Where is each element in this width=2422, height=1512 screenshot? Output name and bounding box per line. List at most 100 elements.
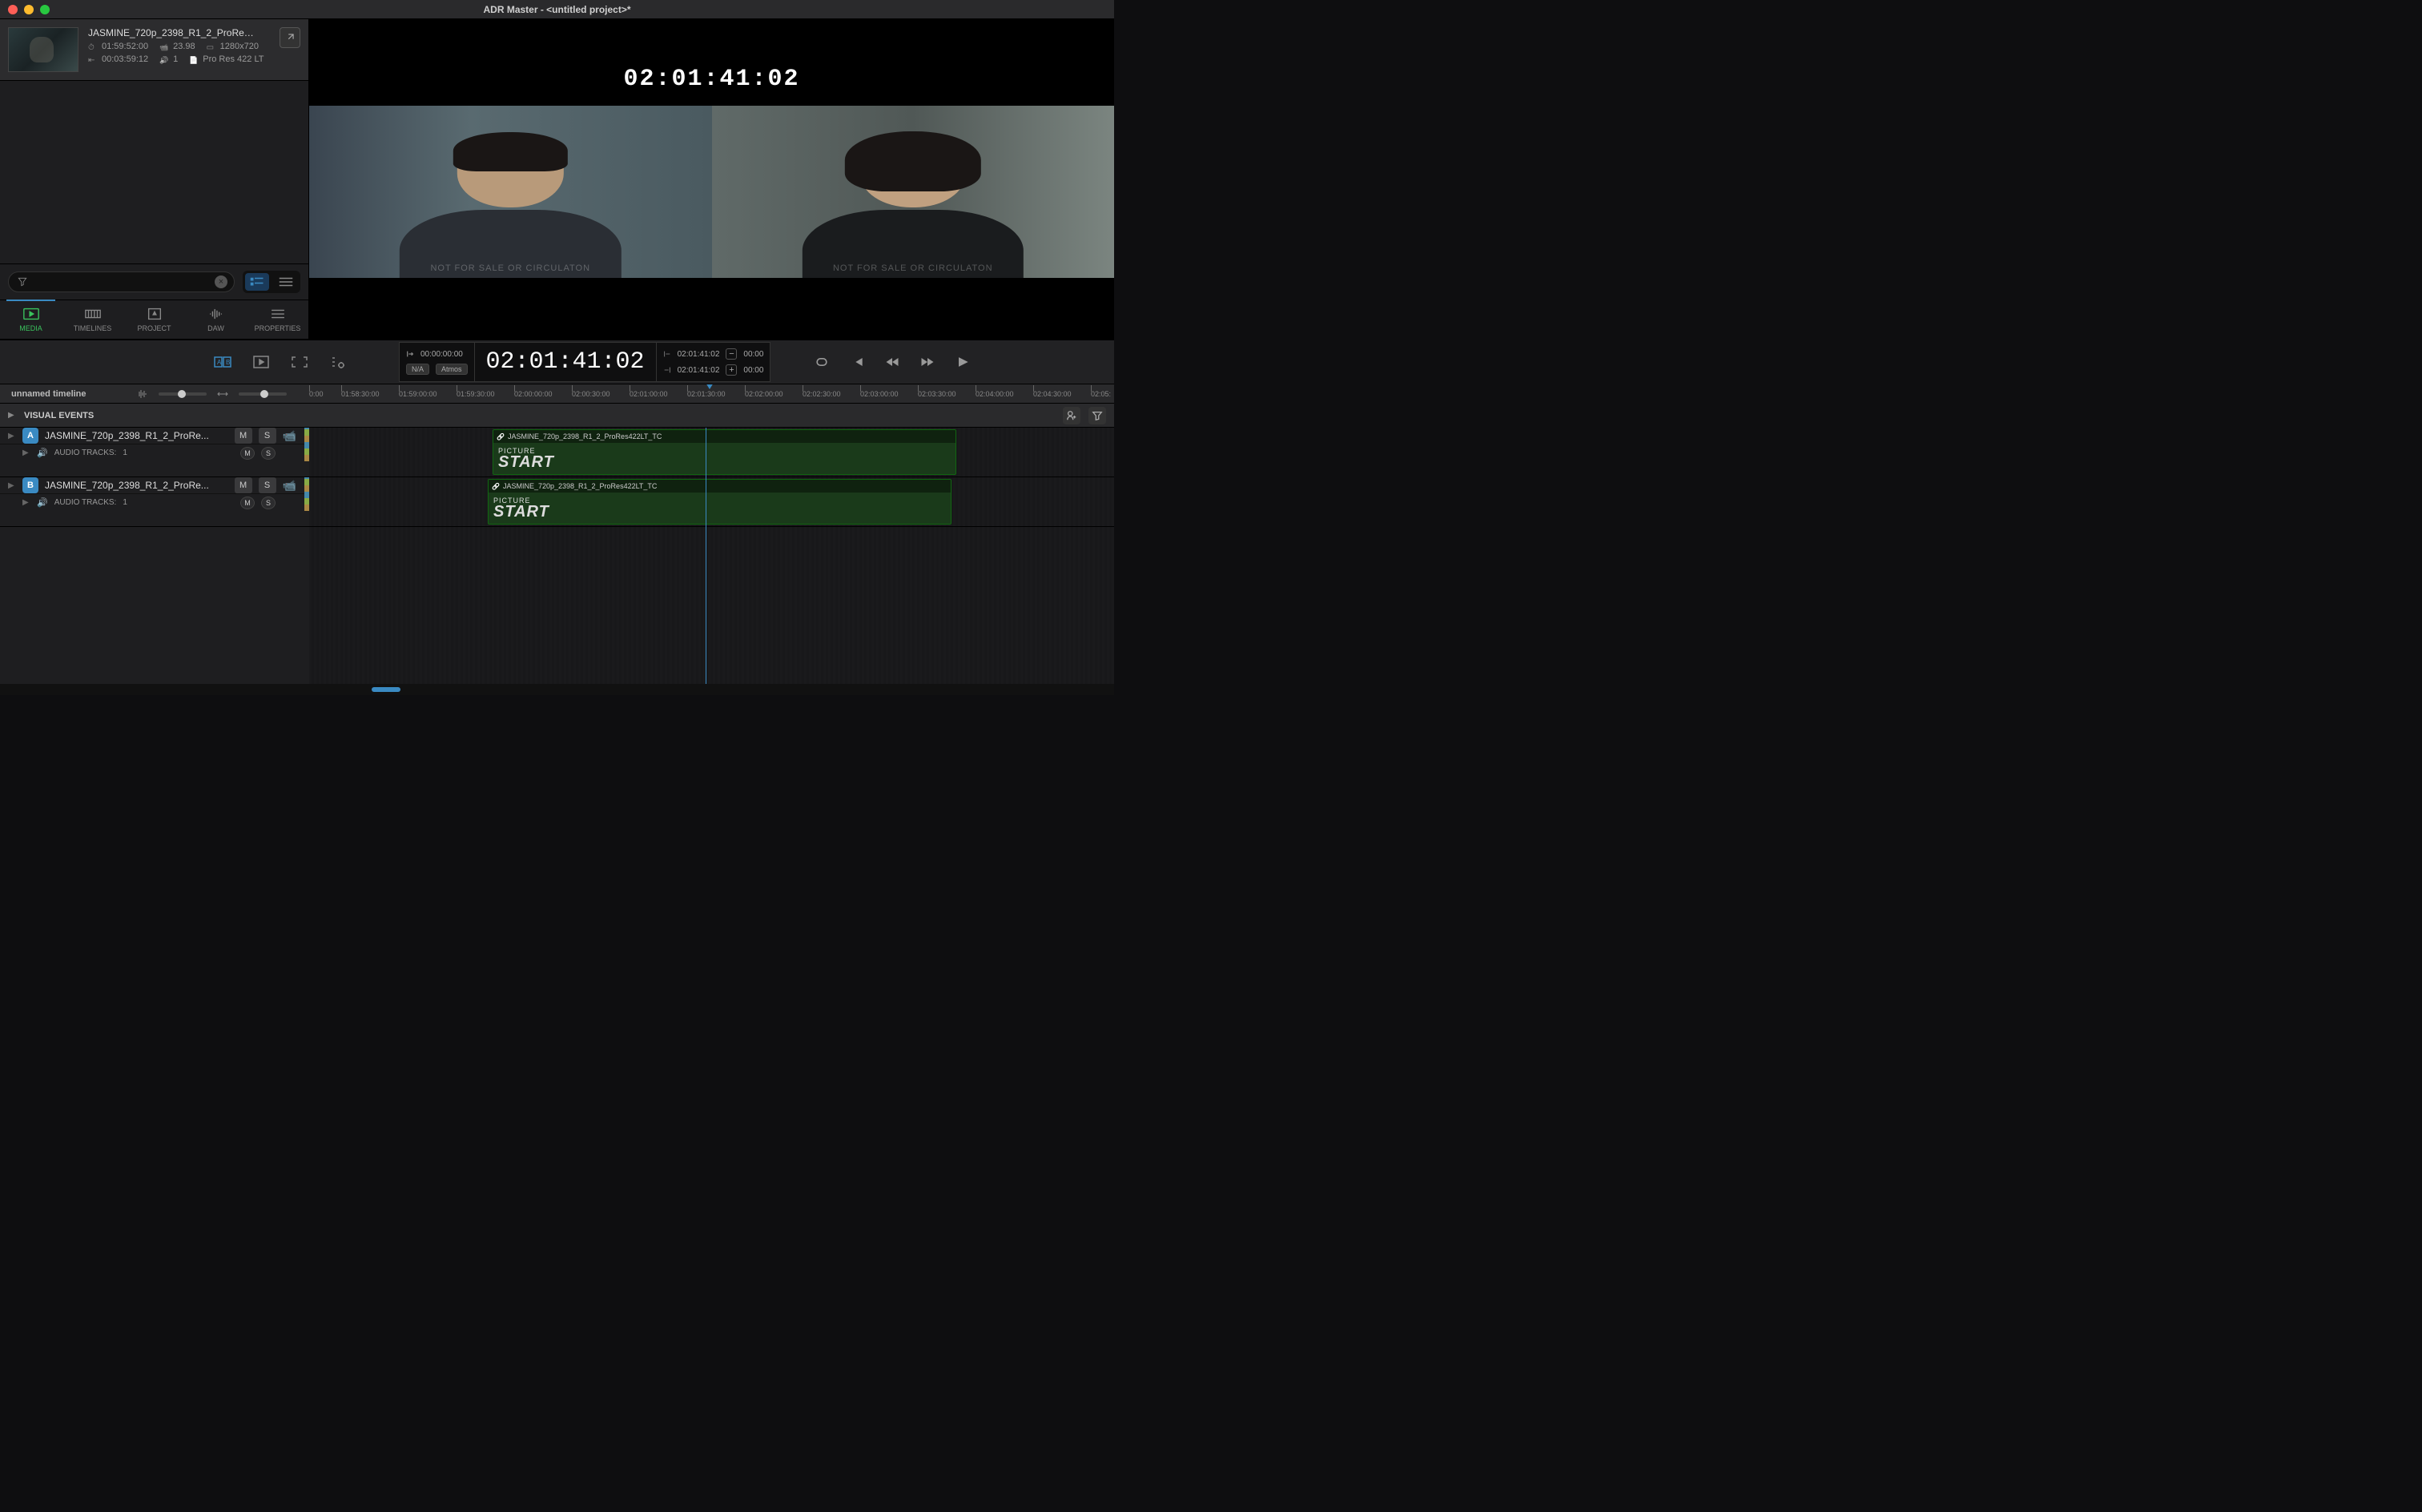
- visual-events-title: VISUAL EVENTS: [24, 411, 903, 420]
- timeline-header: unnamed timeline 0:00 01:58:30:00 01:59:…: [0, 384, 1114, 404]
- fullscreen-icon: [290, 354, 309, 370]
- video-frame[interactable]: NOT FOR SALE OR CIRCULATON NOT FOR SALE …: [309, 106, 1114, 278]
- track-lanes[interactable]: JASMINE_720p_2398_R1_2_ProRes422LT_TC PI…: [309, 428, 1114, 684]
- minus-button[interactable]: −: [726, 348, 737, 360]
- solo-b-button[interactable]: S: [259, 477, 276, 493]
- na-badge[interactable]: N/A: [406, 364, 429, 375]
- h-zoom-icon: [216, 389, 229, 399]
- ruler-tick-label: 02:04:00:00: [976, 390, 1014, 398]
- solo-audio-a[interactable]: S: [261, 447, 276, 460]
- rec-b-icon[interactable]: 📹: [283, 479, 296, 493]
- clear-filter-button[interactable]: ×: [215, 275, 227, 288]
- expand-audio-a[interactable]: ▶: [22, 448, 30, 457]
- loop-icon: [814, 355, 830, 369]
- rec-a-icon[interactable]: 📹: [283, 429, 296, 443]
- popout-icon: [284, 32, 296, 43]
- collapse-arrow-icon[interactable]: ▶: [8, 411, 16, 420]
- media-start-tc: 01:59:52:00: [102, 42, 148, 51]
- tab-properties[interactable]: PROPERTIES: [247, 300, 308, 339]
- solo-a-button[interactable]: S: [259, 428, 276, 444]
- ruler-tick-label: 02:00:00:00: [514, 390, 553, 398]
- audio-ch-icon: [159, 55, 169, 63]
- ruler-tick-label: 02:03:00:00: [860, 390, 899, 398]
- duration-icon: [88, 55, 98, 63]
- ruler-tick-label: 02:00:30:00: [572, 390, 610, 398]
- media-thumbnail: [8, 27, 78, 72]
- main-timecode[interactable]: 02:01:41:02: [475, 342, 656, 382]
- time-ruler[interactable]: 0:00 01:58:30:00 01:59:00:00 01:59:30:00…: [309, 384, 1114, 403]
- tab-media-label: MEDIA: [19, 324, 42, 332]
- daw-icon: [207, 307, 225, 321]
- transport-bar: AB 00:00:00:00 N/A Atmos: [0, 340, 1114, 384]
- start-tc-icon: [88, 42, 98, 50]
- popout-button[interactable]: [280, 27, 300, 48]
- mute-audio-b[interactable]: M: [240, 497, 255, 509]
- track-a-name: JASMINE_720p_2398_R1_2_ProRe...: [45, 430, 228, 441]
- horizontal-scrollbar[interactable]: [0, 684, 1114, 695]
- filter-events-button[interactable]: [1088, 407, 1106, 424]
- add-event-button[interactable]: [1063, 407, 1080, 424]
- expand-track-a[interactable]: ▶: [8, 432, 16, 440]
- clip-b[interactable]: JASMINE_720p_2398_R1_2_ProRes422LT_TC PI…: [488, 479, 952, 525]
- expand-audio-b[interactable]: ▶: [22, 498, 30, 507]
- mute-a-button[interactable]: M: [235, 428, 252, 444]
- ruler-tick-label: 01:59:00:00: [399, 390, 437, 398]
- mute-audio-a[interactable]: M: [240, 447, 255, 460]
- rewind-button[interactable]: [883, 352, 902, 372]
- ruler-tick-label: 01:58:30:00: [341, 390, 380, 398]
- ruler-tick-label: 02:01:30:00: [687, 390, 726, 398]
- tab-project[interactable]: PROJECT: [123, 300, 185, 339]
- skip-back-button[interactable]: [847, 352, 867, 372]
- plus-button[interactable]: +: [726, 364, 737, 376]
- track-b-name: JASMINE_720p_2398_R1_2_ProRe...: [45, 480, 228, 491]
- compare-icon: AB: [213, 354, 232, 370]
- forward-icon: [919, 355, 935, 369]
- playhead-marker[interactable]: [706, 384, 714, 389]
- solo-audio-b[interactable]: S: [261, 497, 276, 509]
- filter-input[interactable]: ×: [8, 271, 235, 292]
- clip-a[interactable]: JASMINE_720p_2398_R1_2_ProRes422LT_TC PI…: [493, 429, 956, 475]
- transport-controls: [812, 352, 972, 372]
- mark-out-icon: [663, 366, 671, 374]
- watermark-b: NOT FOR SALE OR CIRCULATON: [712, 263, 1115, 273]
- media-icon: [22, 307, 40, 321]
- video-frame-b: NOT FOR SALE OR CIRCULATON: [712, 106, 1115, 278]
- mute-b-button[interactable]: M: [235, 477, 252, 493]
- lane-b: JASMINE_720p_2398_R1_2_ProRes422LT_TC PI…: [309, 477, 1114, 527]
- list-view-button[interactable]: [274, 273, 298, 291]
- timeline-name[interactable]: unnamed timeline: [0, 389, 136, 399]
- settings-button[interactable]: [327, 352, 349, 372]
- horizontal-zoom-slider[interactable]: [239, 392, 287, 396]
- atmos-badge[interactable]: Atmos: [436, 364, 468, 375]
- tab-daw[interactable]: DAW: [185, 300, 247, 339]
- svg-text:A: A: [217, 359, 222, 366]
- grid-view-button[interactable]: [245, 273, 269, 291]
- tab-media[interactable]: MEDIA: [0, 300, 62, 339]
- media-codec: Pro Res 422 LT: [203, 54, 264, 64]
- timecode-block: 00:00:00:00 N/A Atmos 02:01:41:02 02:01:…: [399, 342, 770, 382]
- expand-track-b[interactable]: ▶: [8, 481, 16, 490]
- filter-row: ×: [0, 263, 308, 300]
- audio-label-b: AUDIO TRACKS:: [54, 498, 117, 507]
- ruler-tick-label: 0:00: [309, 390, 324, 398]
- tab-timelines[interactable]: TIMELINES: [62, 300, 123, 339]
- media-item[interactable]: JASMINE_720p_2398_R1_2_ProRes422L... 01:…: [0, 19, 308, 81]
- play-button[interactable]: [953, 352, 972, 372]
- channel-badge-b[interactable]: B: [22, 477, 38, 493]
- watermark-a: NOT FOR SALE OR CIRCULATON: [309, 263, 712, 273]
- media-resolution: 1280x720: [220, 42, 259, 51]
- single-mode-button[interactable]: [250, 352, 272, 372]
- scrollbar-thumb[interactable]: [372, 687, 400, 692]
- fps-icon: [159, 42, 169, 50]
- fullscreen-button[interactable]: [288, 352, 311, 372]
- waveform-zoom-slider[interactable]: [159, 392, 207, 396]
- channel-badge-a[interactable]: A: [22, 428, 38, 444]
- compare-mode-button[interactable]: AB: [211, 352, 234, 372]
- window-title: ADR Master - <untitled project>*: [0, 4, 1114, 15]
- offset-b: 00:00: [743, 366, 763, 375]
- ruler-tick-label: 01:59:30:00: [457, 390, 495, 398]
- app-window: ADR Master - <untitled project>* JASMINE…: [0, 0, 1114, 695]
- loop-button[interactable]: [812, 352, 831, 372]
- clip-a-label: JASMINE_720p_2398_R1_2_ProRes422LT_TC: [508, 432, 662, 440]
- forward-button[interactable]: [918, 352, 937, 372]
